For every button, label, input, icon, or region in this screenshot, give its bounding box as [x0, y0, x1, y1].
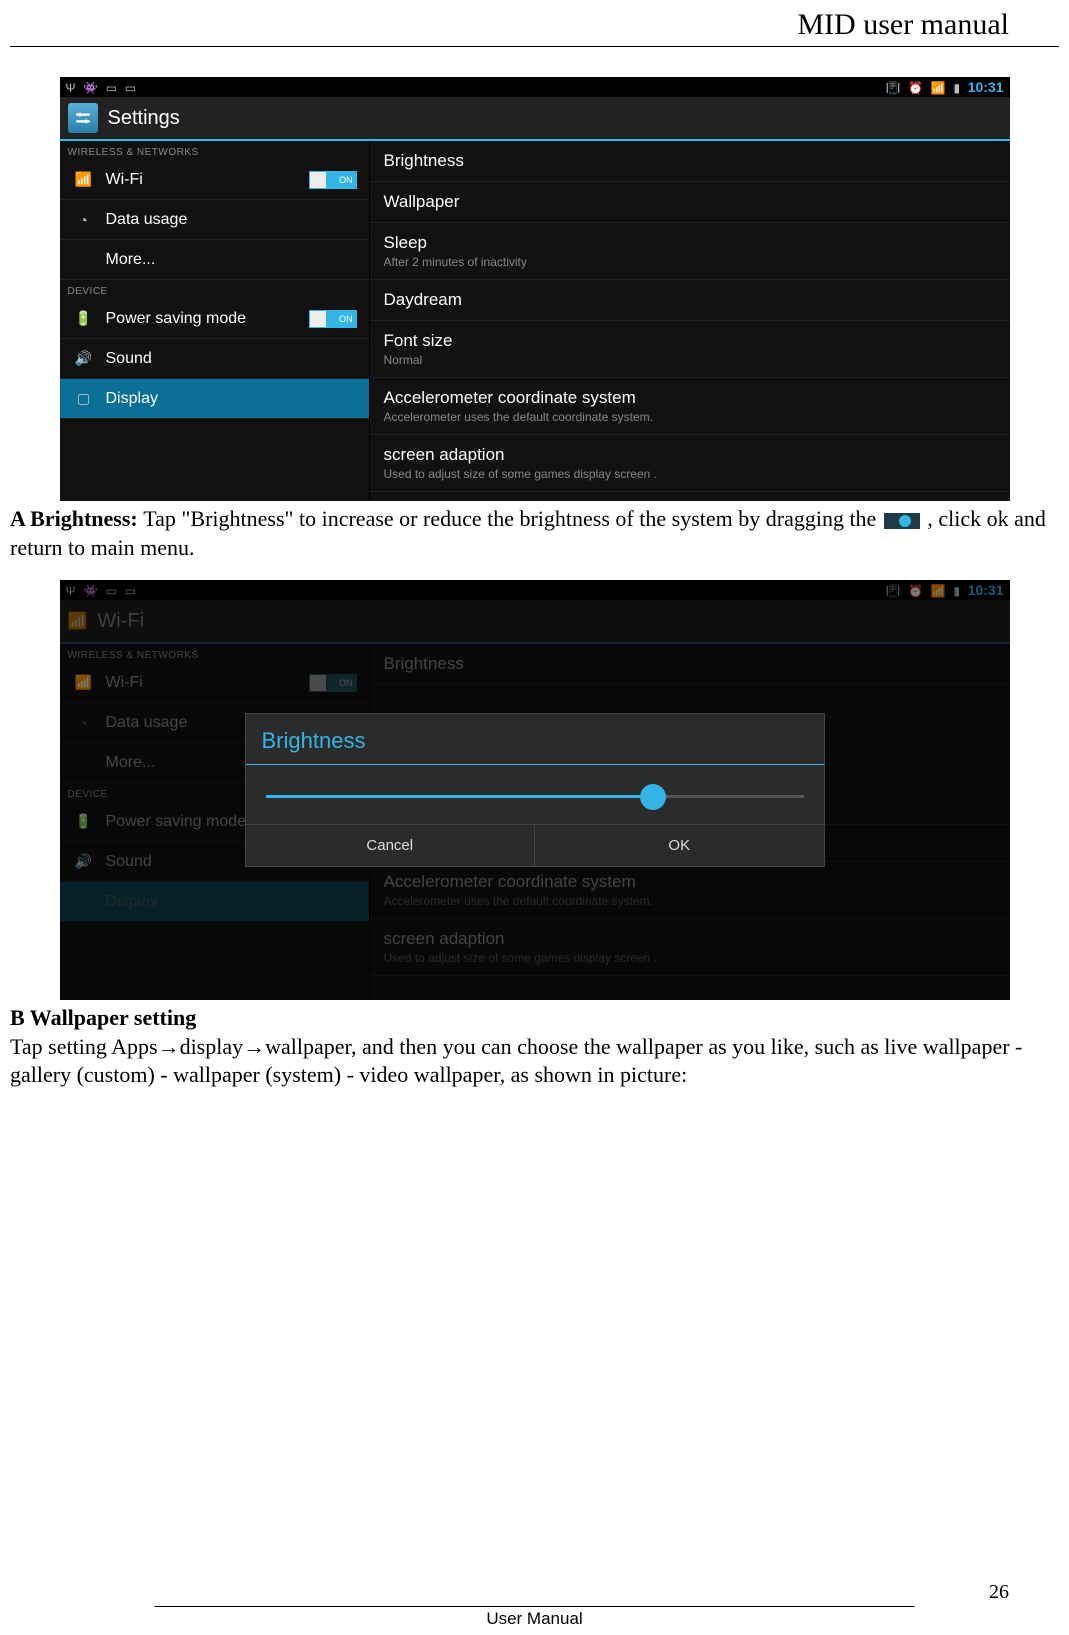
slider-fill: [266, 795, 653, 798]
alarm-icon: ⏰: [908, 81, 923, 95]
para-a-bold: A Brightness:: [10, 506, 143, 531]
detail-accelerometer[interactable]: Accelerometer coordinate system Accelero…: [370, 378, 1010, 435]
sd-icon-2: ▭: [125, 81, 136, 95]
dialog-title: Brightness: [246, 714, 824, 765]
settings-sidebar: WIRELESS & NETWORKS 📶 Wi-Fi ON ◔ Data us…: [60, 141, 370, 501]
ok-button[interactable]: OK: [535, 825, 824, 866]
slider-icon: [884, 513, 920, 529]
bug-icon: 👾: [83, 81, 98, 95]
paragraph-a: A Brightness: Tap "Brightness" to increa…: [10, 505, 1059, 562]
sidebar-item-power-saving[interactable]: 🔋 Power saving mode ON: [60, 299, 369, 339]
vibrate-icon: 📳: [886, 81, 901, 95]
sidebar-item-sound[interactable]: 🔊 Sound: [60, 339, 369, 379]
sidebar-item-label: Power saving mode: [106, 310, 247, 328]
section-wireless: WIRELESS & NETWORKS: [60, 141, 369, 160]
detail-wallpaper[interactable]: Wallpaper: [370, 182, 1010, 223]
data-icon: ◔: [72, 212, 96, 228]
app-title: Settings: [108, 107, 180, 130]
brightness-slider[interactable]: [246, 765, 824, 824]
app-title-bar: Settings: [60, 97, 1010, 141]
sidebar-item-label: Sound: [106, 350, 152, 368]
page-number: 26: [0, 1581, 1069, 1604]
display-icon: ▢: [72, 390, 96, 407]
doc-title: MID user manual: [797, 8, 1009, 41]
speaker-icon: 🔊: [72, 350, 96, 367]
sidebar-item-display[interactable]: ▢ Display: [60, 379, 369, 419]
document-header: MID user manual: [10, 0, 1059, 47]
slider-thumb[interactable]: [640, 784, 666, 810]
footer-text: User Manual: [0, 1609, 1069, 1629]
footer-rule: [155, 1606, 915, 1607]
section-device: DEVICE: [60, 280, 369, 299]
sidebar-item-wifi[interactable]: 📶 Wi-Fi ON: [60, 160, 369, 200]
detail-font-size[interactable]: Font size Normal: [370, 321, 1010, 378]
screenshot-brightness-dialog: Ψ 👾 ▭ ▭ 📳 ⏰ 📶 ▮ 10:31 📶 Wi-Fi WIRELESS &…: [60, 580, 1010, 1000]
para-a-text1: Tap "Brightness" to increase or reduce t…: [143, 506, 876, 531]
para-b-heading: B Wallpaper setting: [10, 1005, 196, 1030]
sidebar-item-data-usage[interactable]: ◔ Data usage: [60, 200, 369, 240]
sidebar-item-label: Data usage: [106, 211, 188, 229]
status-right: 📳 ⏰ 📶 ▮ 10:31: [884, 79, 1006, 95]
detail-screen-adaption[interactable]: screen adaption Used to adjust size of s…: [370, 435, 1010, 492]
sidebar-item-label: More...: [106, 251, 156, 269]
battery-icon: ▮: [953, 81, 960, 95]
settings-app-icon: [68, 103, 98, 133]
status-bar: Ψ 👾 ▭ ▭ 📳 ⏰ 📶 ▮ 10:31: [60, 77, 1010, 97]
screenshot-display-settings: Ψ 👾 ▭ ▭ 📳 ⏰ 📶 ▮ 10:31 Settings WIRELESS …: [60, 77, 1010, 501]
settings-detail-pane: Brightness Wallpaper Sleep After 2 minut…: [370, 141, 1010, 501]
status-left: Ψ 👾 ▭ ▭: [64, 80, 139, 95]
detail-daydream[interactable]: Daydream: [370, 280, 1010, 321]
power-switch[interactable]: ON: [309, 310, 357, 328]
para-b-text: Tap setting Apps→display→wallpaper, and …: [10, 1034, 1022, 1088]
status-time: 10:31: [968, 79, 1004, 95]
sd-icon: ▭: [106, 81, 117, 95]
detail-sleep[interactable]: Sleep After 2 minutes of inactivity: [370, 223, 1010, 280]
wifi-icon: 📶: [931, 81, 946, 95]
battery-icon: 🔋: [72, 310, 96, 327]
wifi-switch[interactable]: ON: [309, 171, 357, 189]
wifi-icon: 📶: [72, 171, 96, 188]
sidebar-item-label: Wi-Fi: [106, 171, 143, 189]
sidebar-item-more[interactable]: More...: [60, 240, 369, 280]
page-footer: 26 User Manual: [0, 1581, 1069, 1635]
paragraph-b: B Wallpaper setting Tap setting Apps→dis…: [10, 1004, 1059, 1090]
slider-track[interactable]: [266, 795, 804, 798]
sidebar-item-label: Display: [106, 390, 158, 408]
brightness-dialog: Brightness Cancel OK: [245, 713, 825, 867]
detail-brightness[interactable]: Brightness: [370, 141, 1010, 182]
modal-overlay: Brightness Cancel OK: [60, 580, 1010, 1000]
usb-icon: Ψ: [66, 81, 76, 95]
cancel-button[interactable]: Cancel: [246, 825, 536, 866]
